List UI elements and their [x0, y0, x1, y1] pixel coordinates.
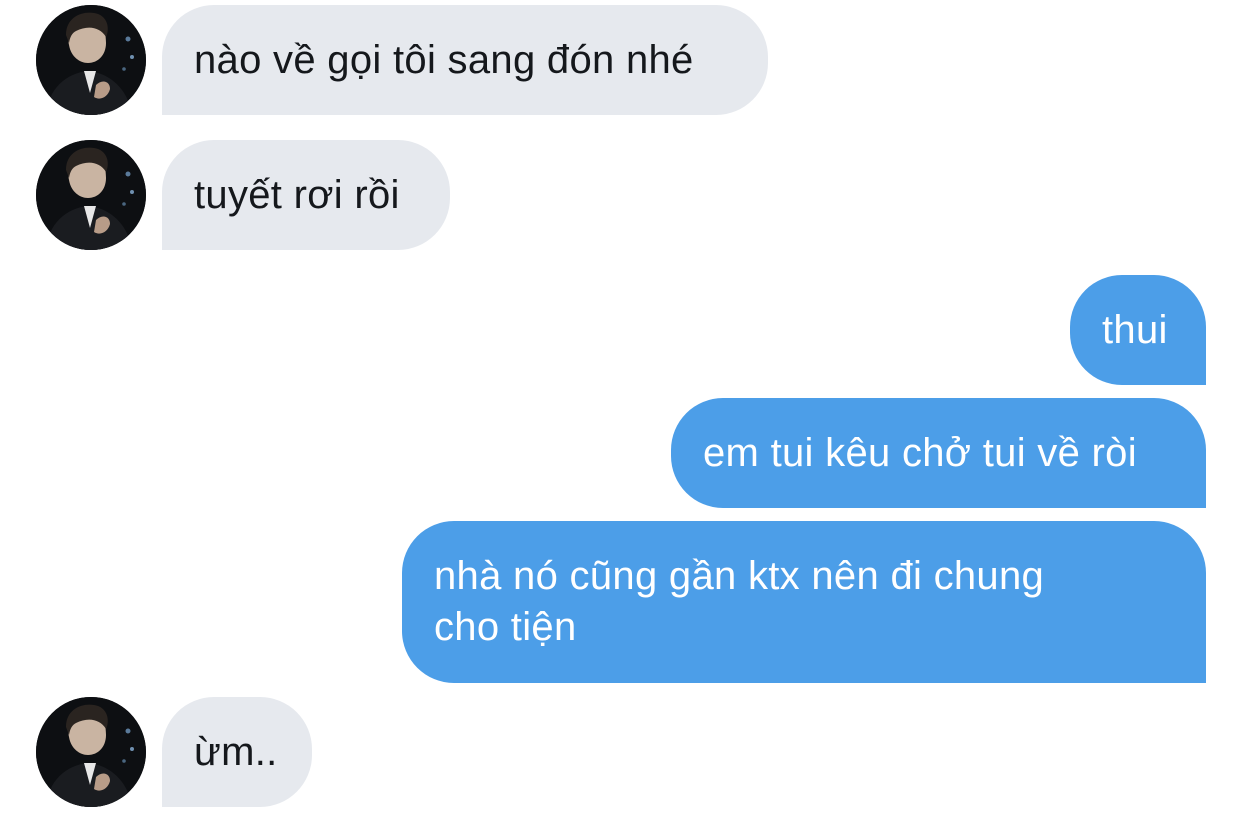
message-text: em tui kêu chở tui về ròi [703, 430, 1137, 475]
message-text: nhà nó cũng gần ktx nên đi chung cho tiệ… [434, 554, 1045, 649]
incoming-message[interactable]: ừm.. [162, 697, 312, 807]
outgoing-message[interactable]: nhà nó cũng gần ktx nên đi chung cho tiệ… [402, 521, 1206, 683]
profile-avatar-icon [36, 5, 146, 115]
message-text: nào về gọi tôi sang đón nhé [194, 37, 694, 82]
outgoing-message[interactable]: thui [1070, 275, 1206, 385]
message-text: thui [1102, 307, 1168, 352]
incoming-message[interactable]: tuyết rơi rồi [162, 140, 450, 250]
sender-avatar[interactable] [36, 140, 146, 250]
sender-avatar[interactable] [36, 5, 146, 115]
profile-avatar-icon [36, 140, 146, 250]
message-thread: nào về gọi tôi sang đón nhé tuyết rơi rồ… [0, 0, 1242, 821]
profile-avatar-icon [36, 697, 146, 807]
sender-avatar[interactable] [36, 697, 146, 807]
message-text: ừm.. [194, 729, 278, 774]
outgoing-message[interactable]: em tui kêu chở tui về ròi [671, 398, 1206, 508]
incoming-message[interactable]: nào về gọi tôi sang đón nhé [162, 5, 768, 115]
message-text: tuyết rơi rồi [194, 172, 400, 217]
